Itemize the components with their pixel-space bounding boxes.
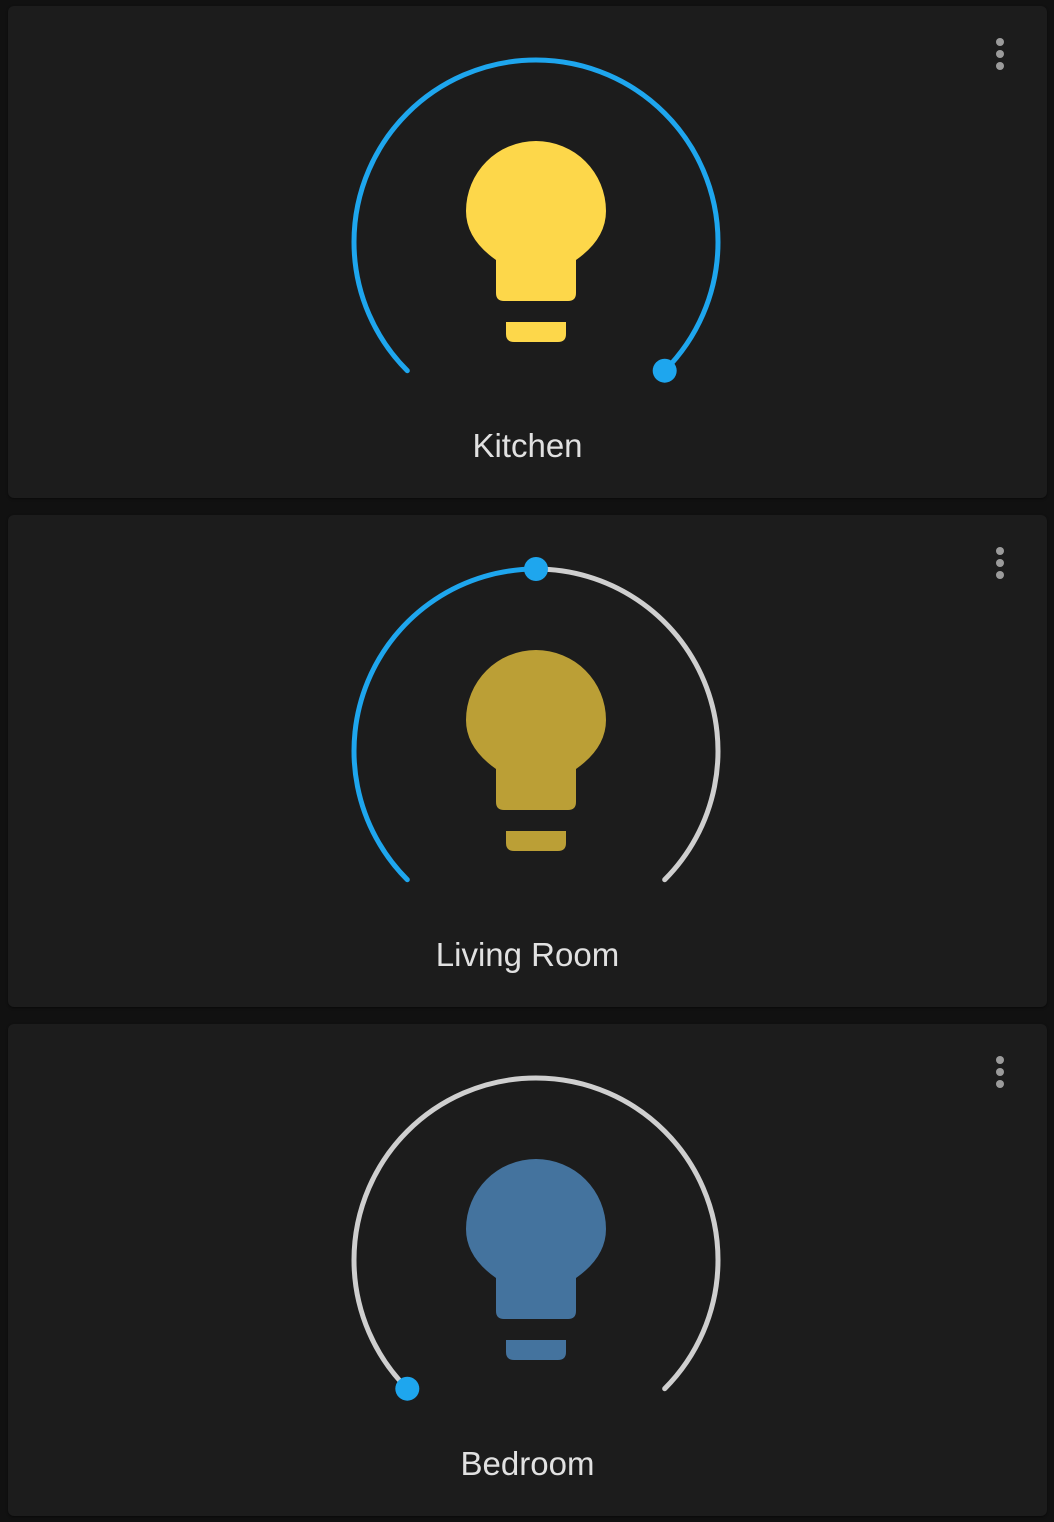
light-name: Living Room (435, 936, 620, 973)
brightness-slider[interactable] (336, 44, 736, 404)
menu-dot (996, 38, 1004, 46)
slider-handle[interactable] (395, 1376, 420, 1401)
lightbulb-icon (466, 141, 606, 342)
menu-dot (996, 50, 1004, 58)
slider-handle[interactable] (524, 557, 548, 581)
bulb-base (506, 1340, 566, 1360)
brightness-slider[interactable] (336, 553, 736, 913)
brightness-dial (351, 557, 721, 883)
menu-dot (996, 547, 1004, 555)
lightbulb-icon (466, 650, 606, 851)
light-cards: Kitchen Living Room Bedroom (0, 0, 1054, 1522)
brightness-slider[interactable] (336, 1062, 736, 1422)
more-vertical-icon[interactable] (984, 32, 1016, 76)
bulb-glass (466, 650, 606, 810)
menu-dot (996, 1068, 1004, 1076)
brightness-dial (351, 57, 721, 383)
bulb-base (506, 322, 566, 342)
menu-dot (996, 1056, 1004, 1064)
light-card-kitchen: Kitchen (8, 6, 1047, 498)
light-name: Bedroom (460, 1445, 595, 1482)
menu-dot (996, 559, 1004, 567)
menu-dot (996, 62, 1004, 70)
bulb-glass (466, 1159, 606, 1319)
more-vertical-icon[interactable] (984, 1050, 1016, 1094)
bulb-base (506, 831, 566, 851)
menu-dot (996, 571, 1004, 579)
lightbulb-icon (466, 1159, 606, 1360)
light-card-bedroom: Bedroom (8, 1024, 1047, 1516)
light-card-living-room: Living Room (8, 515, 1047, 1007)
more-vertical-icon[interactable] (984, 541, 1016, 585)
brightness-dial (351, 1075, 721, 1401)
menu-dot (996, 1080, 1004, 1088)
bulb-glass (466, 141, 606, 301)
slider-handle[interactable] (652, 358, 677, 383)
light-name: Kitchen (472, 427, 583, 464)
